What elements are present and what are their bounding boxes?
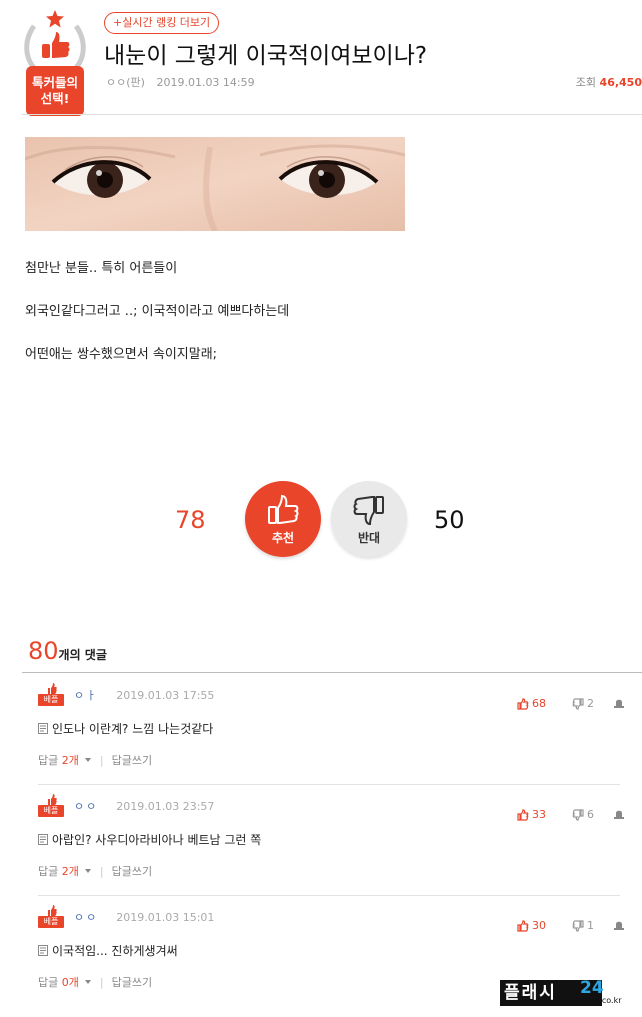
comment-date: 2019.01.03 23:57	[116, 799, 215, 813]
comment-item: 베플 ㅇㅏ 2019.01.03 17:55 68 2 인도나 이란계? 느낌 …	[22, 673, 642, 783]
write-reply-link[interactable]: 답글쓰기	[112, 863, 152, 879]
comment-author[interactable]: ㅇㅇ	[74, 909, 98, 925]
pick-badge: 톡커들의 선택!	[20, 10, 92, 116]
watermark-url: flash24.co.kr	[570, 996, 622, 1005]
recommend-label: 추천	[271, 530, 295, 545]
reply-count[interactable]: 0개	[62, 974, 79, 990]
comment-dislike-count: 2	[587, 697, 594, 710]
comment-dislike-button[interactable]: 1	[572, 919, 594, 932]
view-count: 조회 46,450	[576, 74, 642, 90]
post-body-line: 어떤애는 쌍수했으면서 속이지말래;	[25, 347, 218, 362]
comment-header: 베플 ㅇㅇ 2019.01.03 15:01	[38, 905, 215, 929]
comment-like-count: 68	[532, 697, 546, 710]
comment-text: 이국적임... 진하게생겨써	[38, 942, 178, 959]
pick-badge-plate: 톡커들의 선택!	[26, 66, 84, 116]
reply-label[interactable]: 답글	[38, 752, 58, 768]
thumbs-up-icon	[517, 808, 529, 821]
post-title: 내눈이 그렇게 이국적이여보이나?	[104, 43, 428, 69]
comment-like-button[interactable]: 30	[517, 919, 546, 932]
action-separator: |	[99, 864, 104, 878]
thumbs-down-icon	[572, 697, 584, 710]
post-body-line: 첨만난 분들.. 특히 어른들이	[25, 261, 178, 276]
comment-actions: 답글 2개 | 답글쓰기	[38, 752, 152, 768]
post-photo	[25, 137, 405, 231]
post-author[interactable]: ㅇㅇ(판)	[106, 76, 145, 89]
best-label: 베플	[38, 916, 64, 928]
caret-down-icon[interactable]	[82, 756, 94, 764]
comment-header: 베플 ㅇㅏ 2019.01.03 17:55	[38, 683, 215, 707]
best-comment-badge: 베플	[38, 794, 64, 818]
post-meta: ㅇㅇ(판) 2019.01.03 14:59	[106, 74, 255, 90]
comment-date: 2019.01.03 15:01	[116, 910, 215, 924]
thumbs-down-icon	[353, 495, 384, 525]
comments-count: 80	[28, 637, 59, 665]
reply-count[interactable]: 2개	[62, 752, 79, 768]
comment-like-count: 33	[532, 808, 546, 821]
comment-date: 2019.01.03 17:55	[116, 688, 215, 702]
oppose-button[interactable]: 반대	[331, 481, 407, 557]
comment-dislike-button[interactable]: 2	[572, 697, 594, 710]
title-divider	[22, 114, 642, 115]
views-label: 조회	[575, 76, 597, 89]
realtime-ranking-link[interactable]: +실시간 랭킹 더보기	[104, 12, 220, 34]
comment-author[interactable]: ㅇㅏ	[74, 687, 98, 703]
comment-text: 인도나 이란계? 느낌 나는것같다	[38, 720, 213, 737]
comment-body: 인도나 이란계? 느낌 나는것같다	[52, 722, 214, 736]
best-thumb-icon	[48, 683, 57, 694]
reply-label[interactable]: 답글	[38, 974, 58, 990]
views-number: 46,450	[599, 76, 642, 89]
best-thumb-icon	[48, 905, 57, 916]
comment-body: 이국적임... 진하게생겨써	[52, 944, 178, 958]
comment-like-button[interactable]: 68	[517, 697, 546, 710]
memo-icon	[38, 723, 48, 734]
best-comment-badge: 베플	[38, 905, 64, 929]
action-separator: |	[99, 975, 104, 989]
caret-down-icon[interactable]	[82, 867, 94, 875]
comments-label: 개의 댓글	[58, 648, 107, 662]
oppose-label: 반대	[357, 530, 381, 545]
oppose-count: 50	[434, 506, 465, 534]
recommend-button[interactable]: 추천	[245, 481, 321, 557]
reply-count[interactable]: 2개	[62, 863, 79, 879]
pick-badge-line2: 선택!	[40, 91, 70, 106]
thumbs-up-icon	[517, 697, 529, 710]
best-label: 베플	[38, 694, 64, 706]
thumbs-up-icon	[268, 494, 299, 524]
comment-actions: 답글 2개 | 답글쓰기	[38, 863, 152, 879]
memo-icon	[38, 834, 48, 845]
memo-icon	[38, 945, 48, 956]
write-reply-link[interactable]: 답글쓰기	[112, 752, 152, 768]
thumbs-up-icon	[517, 919, 529, 932]
reply-label[interactable]: 답글	[38, 863, 58, 879]
watermark-number: 24	[580, 978, 604, 998]
pick-badge-line1: 톡커들의	[31, 75, 78, 90]
comment-author[interactable]: ㅇㅇ	[74, 798, 98, 814]
comment-like-count: 30	[532, 919, 546, 932]
recommend-count: 78	[175, 506, 206, 534]
comment-dislike-button[interactable]: 6	[572, 808, 594, 821]
comment-header: 베플 ㅇㅇ 2019.01.03 23:57	[38, 794, 215, 818]
write-reply-link[interactable]: 답글쓰기	[112, 974, 152, 990]
caret-down-icon[interactable]	[82, 978, 94, 986]
best-label: 베플	[38, 805, 64, 817]
best-thumb-icon	[48, 794, 57, 805]
post-body-line: 외국인같다그러고 ..; 이국적이라고 예쁘다하는데	[25, 304, 290, 319]
post-date: 2019.01.03 14:59	[156, 76, 255, 89]
comment-dislike-count: 6	[587, 808, 594, 821]
comment-dislike-count: 1	[587, 919, 594, 932]
site-watermark: 플래시 24 flash24.co.kr	[500, 978, 630, 1008]
report-icon[interactable]	[614, 919, 624, 930]
report-icon[interactable]	[614, 697, 624, 708]
report-icon[interactable]	[614, 808, 624, 819]
comment-text: 아랍인? 사우디아라비아나 베트남 그런 쪽	[38, 831, 261, 848]
thumbs-down-icon	[572, 808, 584, 821]
comment-actions: 답글 0개 | 답글쓰기	[38, 974, 152, 990]
comment-like-button[interactable]: 33	[517, 808, 546, 821]
action-separator: |	[99, 753, 104, 767]
thumbs-down-icon	[572, 919, 584, 932]
comments-header: 80개의 댓글	[28, 637, 107, 665]
comment-body: 아랍인? 사우디아라비아나 베트남 그런 쪽	[52, 833, 262, 847]
comment-item: 베플 ㅇㅇ 2019.01.03 23:57 33 6 아랍인? 사우디아라비아…	[22, 784, 642, 894]
best-comment-badge: 베플	[38, 683, 64, 707]
